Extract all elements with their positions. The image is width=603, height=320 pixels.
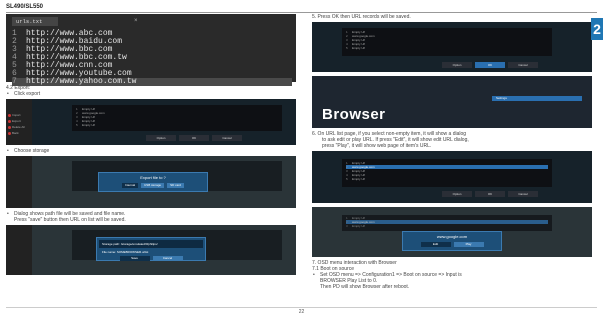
right-column: 5. Press OK then URL records will be sav… (312, 14, 602, 290)
shot1-buttons: Option OK Cancel (146, 135, 242, 141)
edit-play-dialog-title: www.google.com (436, 234, 468, 239)
shot6-url-panel: 1 Empty Url 2 www.google.com 3 Empty Url 4 Empt… (342, 159, 552, 187)
save-cancel-button[interactable]: Cancel (152, 256, 183, 261)
shot3-sidebar (6, 225, 32, 275)
shot4-url-panel: 1 Empty Url 2 www.google.com 3 Empty Url 4 Empt… (342, 28, 552, 56)
shot1-sidebar-item: Back (8, 131, 30, 135)
cancel-button[interactable]: Cancel (212, 135, 242, 141)
boot-line-1: Set OSD menu => Configuration1 => Boot o… (312, 272, 602, 278)
file-name-label: File name: SOMEBROWSER.urlist (102, 250, 149, 254)
cancel-button[interactable]: Cancel (508, 62, 538, 68)
terminal-lines: 1 http://www.abc.com 2 http://www.baidu.com… (12, 30, 292, 86)
terminal-screenshot: urls.txt × 1 http://www.abc.com 2 http://ww… (6, 14, 296, 86)
terminal-tab-close: × (134, 17, 138, 24)
play-button[interactable]: Play (453, 242, 484, 247)
line-number: 7 (12, 77, 17, 86)
browser-title: Browser (322, 106, 386, 123)
url-list-item[interactable]: 3 Empty Url (346, 224, 548, 228)
internal-option[interactable]: Internal (122, 183, 139, 188)
url-item-text: Empty Url (352, 224, 366, 228)
edit-button[interactable]: Edit (420, 242, 451, 247)
url-list-item[interactable]: 5 Empty Url (346, 177, 548, 181)
save-button[interactable]: Save (119, 256, 150, 261)
shot1-sidebar-item: Import (8, 113, 30, 117)
terminal-tab: urls.txt (12, 17, 58, 26)
boot-line-3: Then PD will show Browser after reboot. (320, 284, 410, 290)
ok-button[interactable]: OK (475, 191, 505, 197)
step-6-line-3: press "Play", it will show web page of i… (322, 143, 432, 149)
url-item-text: Empty Url (352, 177, 366, 181)
shot1-sidebar: Import Export Delete All Back (6, 99, 32, 145)
save-ok-screenshot: 1 Empty Url 2 www.google.com 3 Empty Url 4 Empt… (312, 22, 592, 72)
cancel-button[interactable]: Cancel (508, 191, 538, 197)
url-text: http://www.yahoo.com.tw (26, 77, 137, 86)
shot1-url-panel: 1 Empty Url 2 www.google.com 3 Empty Url 4 Empt… (72, 105, 282, 131)
shot1-sidebar-item: Delete All (8, 125, 30, 129)
export-save-screenshot: Storage path: /storage/emulated/0/philip… (6, 225, 296, 275)
shot2-sidebar (6, 156, 32, 208)
url-item-text: Empty Url (82, 123, 96, 127)
shot6-buttons: Option OK Cancel (442, 191, 538, 197)
url-list-item[interactable]: 5 Empty Url (76, 123, 278, 127)
shot1-sidebar-item: Export (8, 119, 30, 123)
ok-button[interactable]: OK (475, 62, 505, 68)
edit-play-dialog: www.google.com Edit Play (402, 231, 502, 251)
usb-storage-option[interactable]: USB storage (141, 183, 165, 188)
footer-divider (6, 307, 597, 308)
option-button[interactable]: Option (442, 62, 472, 68)
step-choose-storage: Choose storage (6, 148, 296, 154)
shot7-url-panel: 1 Empty Url 2 www.google.com 3 Empty Url (342, 215, 552, 231)
chapter-tab: 2 (591, 18, 603, 40)
page-number: 22 (298, 309, 305, 315)
edit-play-screenshot: 1 Empty Url 2 www.google.com 3 Empty Url www.… (312, 207, 592, 257)
url-list-item[interactable]: 5 Empty Url (346, 46, 548, 50)
ok-button[interactable]: OK (179, 135, 209, 141)
step-5: 5. Press OK then URL records will be sav… (312, 14, 411, 20)
left-column: urls.txt × 1 http://www.abc.com 2 http://ww… (6, 14, 296, 275)
option-button[interactable]: Option (442, 191, 472, 197)
doc-header-model: SL490/SL550 (6, 4, 44, 10)
browser-settings-bar: Settings (492, 96, 582, 101)
export-dialog-title: Export file to ? (140, 175, 166, 180)
step-dialog-save: Press "save" button then URL on list wil… (14, 217, 126, 223)
export-dialog: Export file to ? Internal USB storage SD… (98, 172, 208, 192)
step-dialog-path: Dialog shows path file will be saved and… (6, 211, 296, 217)
shot4-buttons: Option OK Cancel (442, 62, 538, 68)
step-click-export: Click export (6, 91, 296, 97)
export-list-screenshot: Import Export Delete All Back 1 Empty Url… (6, 99, 296, 145)
save-dialog: Storage path: /storage/emulated/0/philip… (96, 237, 206, 261)
url-item-text: Empty Url (352, 46, 366, 50)
export-storage-screenshot: Export file to ? Internal USB storage SD… (6, 156, 296, 208)
browser-screenshot: Settings Browser (312, 76, 592, 128)
storage-path-label: Storage path: /storage/emulated/0/philip… (99, 240, 203, 248)
terminal-line: 7 http://www.yahoo.com.tw (12, 78, 292, 86)
url-list-screenshot: 1 Empty Url 2 www.google.com 3 Empty Url 4 Empt… (312, 151, 592, 203)
header-divider (6, 12, 597, 13)
option-button[interactable]: Option (146, 135, 176, 141)
sd-card-option[interactable]: SD card (167, 183, 184, 188)
